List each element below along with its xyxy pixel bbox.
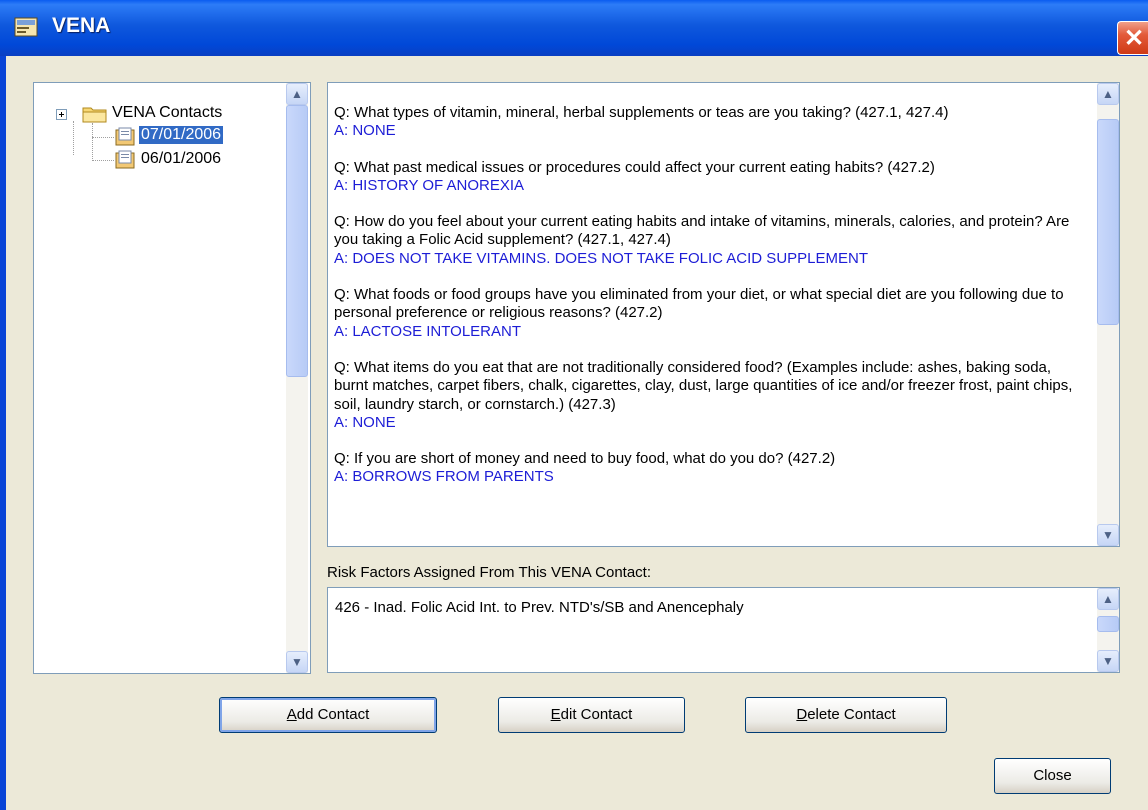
qa-item: Q: How do you feel about your current ea… bbox=[334, 213, 1084, 268]
question-text: Q: If you are short of money and need to… bbox=[334, 450, 836, 468]
chevron-up-icon: ▲ bbox=[1102, 592, 1114, 606]
add-accelerator: A bbox=[286, 706, 297, 723]
answer-text: A: HISTORY OF ANOREXIA bbox=[334, 176, 525, 194]
delete-contact-label: elete Contact bbox=[807, 706, 896, 723]
expand-toggle[interactable] bbox=[56, 109, 67, 120]
tree-scrollbar[interactable]: ▲ ▼ bbox=[286, 83, 308, 673]
scroll-up-button[interactable]: ▲ bbox=[1097, 588, 1119, 610]
tree-connector bbox=[92, 160, 114, 161]
risk-factors-list[interactable]: 426 - Inad. Folic Acid Int. to Prev. NTD… bbox=[327, 587, 1120, 673]
window-title: VENA bbox=[52, 14, 111, 37]
close-button-label: Close bbox=[1033, 767, 1072, 784]
question-text: Q: What types of vitamin, mineral, herba… bbox=[334, 104, 949, 121]
tree-item-07-01-2006[interactable]: 07/01/2006 bbox=[139, 126, 224, 144]
delete-accelerator: D bbox=[796, 706, 808, 723]
tree-connector bbox=[73, 121, 74, 155]
question-text: Q: What items do you eat that are not tr… bbox=[334, 358, 1073, 413]
title-bar[interactable]: VENA ✕ bbox=[0, 0, 1148, 56]
qa-item: Q: What types of vitamin, mineral, herba… bbox=[334, 104, 1084, 141]
folder-icon bbox=[82, 107, 107, 123]
qa-panel[interactable]: Q: What types of vitamin, mineral, herba… bbox=[327, 82, 1120, 547]
answer-text: A: DOES NOT TAKE VITAMINS. DOES NOT TAKE… bbox=[334, 249, 869, 267]
add-contact-label: dd Contact bbox=[296, 706, 370, 723]
qa-item: Q: What foods or food groups have you el… bbox=[334, 286, 1084, 341]
chevron-down-icon: ▼ bbox=[1102, 654, 1114, 668]
tree-connector bbox=[92, 123, 93, 161]
delete-contact-button[interactable]: Delete Contact bbox=[745, 697, 947, 733]
close-button[interactable]: Close bbox=[994, 758, 1111, 794]
tree-root-label[interactable]: VENA Contacts bbox=[112, 104, 222, 122]
answer-text: A: NONE bbox=[334, 122, 396, 140]
chevron-up-icon: ▲ bbox=[1102, 87, 1114, 101]
add-contact-button[interactable]: Add Contact bbox=[219, 697, 437, 733]
scroll-thumb[interactable] bbox=[1097, 616, 1119, 632]
qa-item: Q: What items do you eat that are not tr… bbox=[334, 359, 1084, 432]
scroll-down-button[interactable]: ▼ bbox=[1097, 650, 1119, 672]
scroll-thumb[interactable] bbox=[286, 105, 308, 377]
chevron-up-icon: ▲ bbox=[291, 87, 303, 101]
scroll-up-button[interactable]: ▲ bbox=[286, 83, 308, 105]
qa-list: Q: What types of vitamin, mineral, herba… bbox=[334, 104, 1084, 505]
window-frame-left bbox=[0, 56, 6, 810]
edit-contact-label: dit Contact bbox=[560, 706, 633, 723]
scroll-down-button[interactable]: ▼ bbox=[1097, 524, 1119, 546]
contact-doc-icon bbox=[115, 150, 135, 169]
tree-connector bbox=[92, 137, 114, 138]
vena-app-icon bbox=[14, 17, 38, 37]
qa-item: Q: If you are short of money and need to… bbox=[334, 450, 1084, 487]
risk-factors-label: Risk Factors Assigned From This VENA Con… bbox=[327, 564, 652, 581]
risk-scrollbar[interactable]: ▲ ▼ bbox=[1097, 588, 1119, 672]
vena-window: VENA ✕ VENA Contacts 07/01/2006 06/01/20… bbox=[0, 0, 1148, 810]
scroll-up-button[interactable]: ▲ bbox=[1097, 83, 1119, 105]
answer-text: A: LACTOSE INTOLERANT bbox=[334, 322, 521, 340]
answer-text: A: NONE bbox=[334, 413, 396, 431]
edit-contact-button[interactable]: Edit Contact bbox=[498, 697, 685, 733]
qa-scrollbar[interactable]: ▲ ▼ bbox=[1097, 83, 1119, 546]
scroll-thumb[interactable] bbox=[1097, 119, 1119, 325]
contact-tree[interactable]: VENA Contacts 07/01/2006 06/01/2006 ▲ ▼ bbox=[33, 82, 311, 674]
tree-item-06-01-2006[interactable]: 06/01/2006 bbox=[141, 150, 221, 168]
qa-item: Q: What past medical issues or procedure… bbox=[334, 159, 1084, 196]
close-x-icon: ✕ bbox=[1124, 25, 1145, 52]
close-window-button[interactable]: ✕ bbox=[1117, 21, 1148, 55]
answer-text: A: BORROWS FROM PARENTS bbox=[334, 468, 554, 486]
contact-doc-icon bbox=[115, 127, 135, 146]
scroll-down-button[interactable]: ▼ bbox=[286, 651, 308, 673]
question-text: Q: What foods or food groups have you el… bbox=[334, 286, 1064, 322]
chevron-down-icon: ▼ bbox=[1102, 528, 1114, 542]
chevron-down-icon: ▼ bbox=[291, 655, 303, 669]
edit-accelerator: E bbox=[550, 706, 561, 723]
risk-factor-item[interactable]: 426 - Inad. Folic Acid Int. to Prev. NTD… bbox=[335, 599, 744, 616]
question-text: Q: What past medical issues or procedure… bbox=[334, 158, 935, 176]
question-text: Q: How do you feel about your current ea… bbox=[334, 213, 1070, 249]
